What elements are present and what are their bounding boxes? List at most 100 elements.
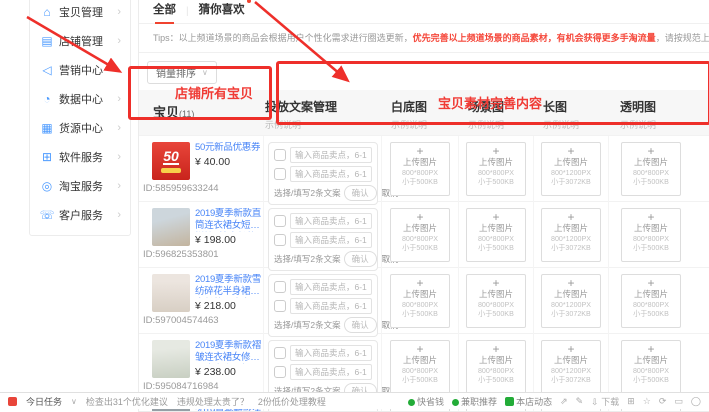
confirm-button[interactable]: 确认 — [344, 185, 377, 201]
product-title-link[interactable]: 2019夏季新款雪纺碎花半身裙女中长款显瘦白 — [195, 274, 261, 298]
shop-icon: ▤ — [39, 34, 55, 48]
taobao-icon: ◎ — [39, 179, 55, 193]
upload-cell-scene: +上传图片800*800PX小于500KB — [458, 202, 533, 271]
copy-management-cell: 选择/填写2条文案确认取消 — [263, 268, 381, 337]
tab-divider: | — [186, 6, 189, 17]
upload-image-button[interactable]: +上传图片800*800PX小于500KB — [390, 142, 450, 196]
upload-image-button[interactable]: +上传图片800*800PX小于500KB — [621, 208, 681, 262]
grid-icon: ⊞ — [39, 150, 55, 164]
sidebar-item-customer-services[interactable]: ☏客户服务› — [30, 200, 130, 229]
toolbar-item[interactable]: 检查出31个优化建议 — [86, 395, 168, 408]
upload-image-button[interactable]: +上传图片800*800PX小于500KB — [621, 142, 681, 196]
download-icon[interactable]: ⇩ 下载 — [591, 395, 619, 408]
toolbar-status-item[interactable]: 兼职推荐 — [452, 395, 497, 408]
product-id: ID:585959633244 — [143, 183, 261, 194]
upload-image-button[interactable]: +上传图片800*800PX小于500KB — [390, 340, 450, 394]
window-icon[interactable]: ▭ — [674, 396, 683, 407]
checkbox[interactable] — [274, 168, 286, 180]
sort-dropdown[interactable]: 销量排序∨ — [147, 61, 217, 84]
upload-cell-white-bg: +上传图片800*800PX小于500KB — [381, 268, 458, 337]
example-note-link[interactable]: 示例说明 — [620, 118, 699, 131]
sidebar-item-marketing-center[interactable]: ◁营销中心 — [30, 55, 130, 84]
checkbox[interactable] — [274, 215, 286, 227]
checkbox[interactable] — [274, 366, 286, 378]
refresh-icon[interactable]: ⟳ — [659, 396, 667, 407]
product-title-link[interactable]: 2019夏季新款直筒连衣裙女短袖拼接T恤中长款 — [195, 208, 261, 232]
plus-icon: + — [542, 212, 600, 223]
sidebar-item-shop-management[interactable]: ▤店铺管理› — [30, 26, 130, 55]
product-thumbnail[interactable]: 50 — [152, 142, 190, 180]
share-icon[interactable]: ⇗ — [560, 396, 568, 407]
selling-point-input[interactable] — [290, 147, 372, 163]
selling-point-input[interactable] — [290, 213, 372, 229]
upload-image-button[interactable]: +上传图片800*1200PX小于3072KB — [541, 208, 601, 262]
upload-image-button[interactable]: +上传图片800*800PX小于500KB — [621, 340, 681, 394]
selling-point-input[interactable] — [290, 364, 372, 380]
sidebar-item-taobao-services[interactable]: ◎淘宝服务› — [30, 171, 130, 200]
grid-icon[interactable]: ⊞ — [627, 396, 635, 407]
plus-icon: + — [467, 344, 525, 355]
header-scene-image: 场景图示例说明 — [458, 90, 533, 139]
example-note-link[interactable]: 示例说明 — [468, 118, 523, 131]
confirm-button[interactable]: 确认 — [344, 251, 377, 267]
megaphone-icon: ◁ — [39, 63, 55, 77]
toolbar-item[interactable]: 违规处理太贵了？ — [177, 395, 249, 408]
upload-image-button[interactable]: +上传图片800*800PX小于500KB — [466, 274, 526, 328]
checkbox[interactable] — [274, 347, 286, 359]
green-square-icon — [505, 397, 514, 406]
product-thumbnail[interactable] — [152, 274, 190, 312]
tab-guess-you-like[interactable]: 猜你喜欢 — [199, 1, 251, 17]
product-title-link[interactable]: 2019夏季新款褶皱连衣裙女修身显瘦小众网红 — [195, 340, 261, 364]
upload-image-button[interactable]: +上传图片800*800PX小于500KB — [466, 142, 526, 196]
upload-cell-long: +上传图片800*1200PX小于3072KB — [533, 268, 608, 337]
plus-icon: + — [542, 344, 600, 355]
example-note-link[interactable]: 示例说明 — [391, 118, 448, 131]
checkbox[interactable] — [274, 234, 286, 246]
tab-bar: 全部 | 猜你喜欢 — [139, 0, 709, 24]
today-task-label[interactable]: 今日任务 — [26, 395, 62, 408]
checkbox[interactable] — [274, 300, 286, 312]
toolbar-status-item[interactable]: 本店动态 — [505, 395, 552, 408]
green-dot-icon — [408, 399, 415, 406]
toolbar-item[interactable]: 2份低价处理教程 — [258, 395, 326, 408]
checkbox[interactable] — [274, 149, 286, 161]
product-title-link[interactable]: 50元新品优惠券 — [195, 142, 260, 154]
upload-image-button[interactable]: +上传图片800*800PX小于500KB — [466, 340, 526, 394]
toolbar-status-item[interactable]: 快省钱 — [408, 395, 444, 408]
product-thumbnail[interactable] — [152, 340, 190, 378]
star-icon[interactable]: ☆ — [643, 396, 651, 407]
upload-image-button[interactable]: +上传图片800*800PX小于500KB — [390, 208, 450, 262]
sidebar-item-supply-center[interactable]: ▦货源中心› — [30, 113, 130, 142]
product-cell: 50 50元新品优惠券¥ 40.00 ID:585959633244 — [139, 136, 263, 205]
product-price: ¥ 218.00 — [195, 300, 261, 312]
table-row: 50 50元新品优惠券¥ 40.00 ID:585959633244 选择/填写… — [139, 135, 709, 201]
selling-point-input[interactable] — [290, 345, 372, 361]
upload-image-button[interactable]: +上传图片800*1200PX小于3072KB — [541, 142, 601, 196]
sidebar-item-software-services[interactable]: ⊞软件服务› — [30, 142, 130, 171]
chevron-down-icon[interactable]: ∨ — [71, 397, 77, 406]
product-thumbnail[interactable] — [152, 208, 190, 246]
upload-image-button[interactable]: +上传图片800*800PX小于500KB — [621, 274, 681, 328]
sidebar-item-baby-management[interactable]: ⌂宝贝管理› — [30, 0, 130, 26]
selling-point-input[interactable] — [290, 298, 372, 314]
checkbox[interactable] — [274, 281, 286, 293]
upload-image-button[interactable]: +上传图片800*1200PX小于3072KB — [541, 274, 601, 328]
example-note-link[interactable]: 示例说明 — [543, 118, 598, 131]
confirm-button[interactable]: 确认 — [344, 317, 377, 333]
edit-icon[interactable]: ✎ — [576, 396, 584, 407]
table-row: 2019夏季新款褶皱连衣裙女修身显瘦小众网红¥ 238.00 ID:595084… — [139, 333, 709, 399]
selling-point-input[interactable] — [290, 166, 372, 182]
example-note-link[interactable]: 示例说明 — [265, 118, 371, 131]
tips-banner: Tips：以上频道场景的商品会根据用户个性化需求进行圈选更新，优先完善以上频道场… — [139, 24, 709, 53]
upload-image-button[interactable]: +上传图片800*800PX小于500KB — [390, 274, 450, 328]
circle-icon[interactable]: ◯ — [691, 396, 701, 407]
selling-point-input[interactable] — [290, 232, 372, 248]
tab-all[interactable]: 全部 — [153, 1, 176, 17]
upload-image-button[interactable]: +上传图片800*800PX小于500KB — [466, 208, 526, 262]
copy-hint: 选择/填写2条文案 — [274, 253, 341, 265]
sidebar-item-data-center[interactable]: ◔数据中心› — [30, 84, 130, 113]
upload-cell-scene: +上传图片800*800PX小于500KB — [458, 136, 533, 205]
upload-image-button[interactable]: +上传图片800*1200PX小于3072KB — [541, 340, 601, 394]
selling-point-input[interactable] — [290, 279, 372, 295]
copy-hint: 选择/填写2条文案 — [274, 319, 341, 331]
